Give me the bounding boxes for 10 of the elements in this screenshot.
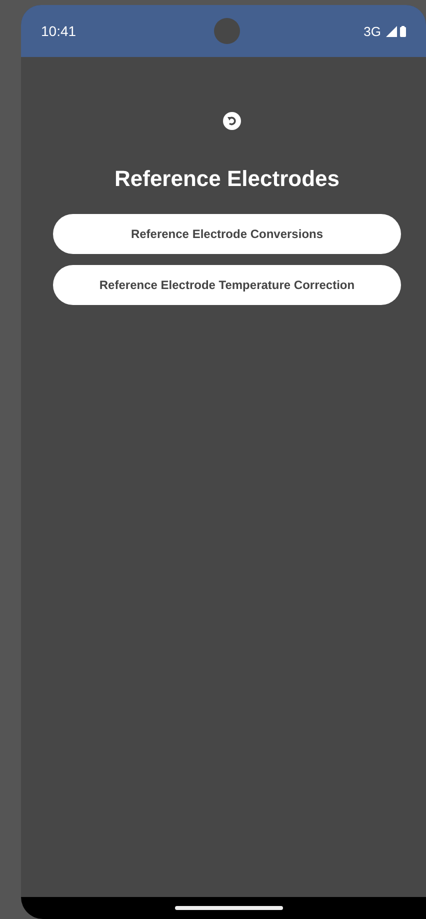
back-icon[interactable] [223,112,241,130]
home-handle[interactable] [174,906,282,910]
signal-icon [386,26,397,36]
menu-button[interactable]: Reference Electrode Temperature Correction [53,265,401,306]
network-type: 3G [364,24,381,38]
camera-cutout-icon [214,18,240,44]
menu-button[interactable]: Reference Electrode Conversions [53,214,401,254]
clock-time: 10:41 [41,23,76,39]
page-title: Reference Electrodes [114,166,340,192]
battery-icon [400,26,406,36]
